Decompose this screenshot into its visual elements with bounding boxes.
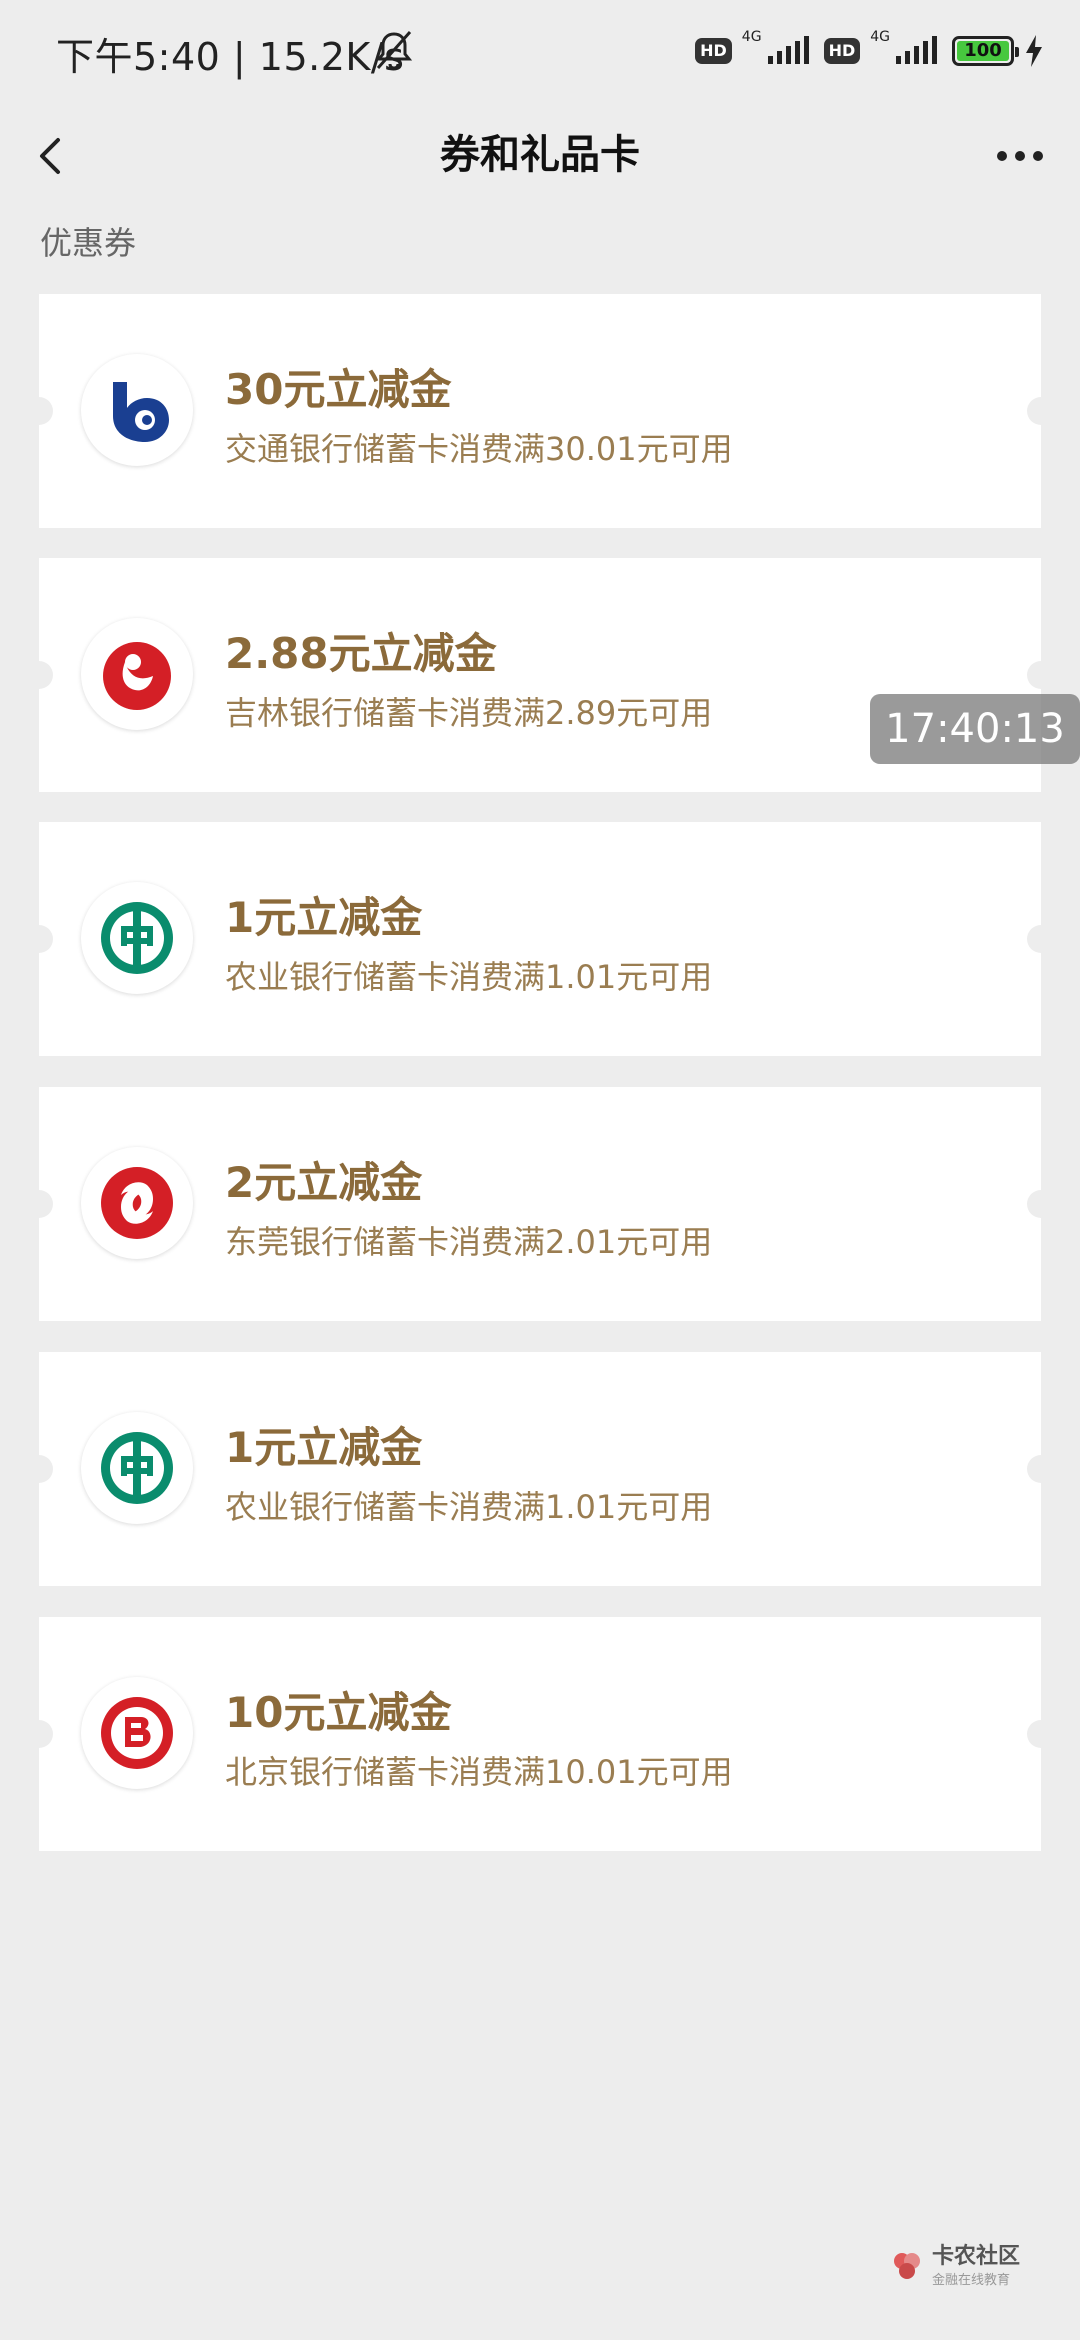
- coupon-card[interactable]: 2元立减金 东莞银行储蓄卡消费满2.01元可用: [25, 1087, 1055, 1321]
- bank-of-jilin-logo-icon: [81, 618, 193, 730]
- coupon-title: 1元立减金: [225, 1423, 423, 1472]
- coupon-description: 农业银行储蓄卡消费满1.01元可用: [225, 958, 713, 996]
- agricultural-bank-logo-icon: [81, 882, 193, 994]
- coupon-title: 10元立减金: [225, 1688, 452, 1737]
- watermark: 卡农社区 金融在线教育: [890, 2243, 1020, 2288]
- hd-badge: HD: [695, 38, 732, 64]
- hd-badge-2: HD: [823, 38, 861, 64]
- status-icons: HD 4G HD 4G 100: [695, 28, 1044, 74]
- nav-bar: 券和礼品卡: [0, 100, 1080, 210]
- battery-icon: 100: [952, 36, 1019, 66]
- signal-icon: [767, 36, 809, 64]
- battery-level: 100: [964, 40, 1002, 61]
- muted-bell-icon: [375, 31, 413, 70]
- charging-icon: [1026, 35, 1042, 67]
- bank-of-beijing-logo-icon: [81, 1677, 193, 1789]
- coupon-title: 1元立减金: [225, 893, 423, 942]
- network-type-1: 4G: [741, 29, 762, 45]
- coupon-card[interactable]: 30元立减金 交通银行储蓄卡消费满30.01元可用: [25, 294, 1055, 528]
- watermark-logo-icon: [893, 2253, 920, 2280]
- status-bar: 下午5:40 | 15.2K/s HD 4G HD 4G 100: [0, 0, 1080, 100]
- coupon-card[interactable]: 1元立减金 农业银行储蓄卡消费满1.01元可用: [25, 822, 1055, 1056]
- signal-icon-2: [896, 36, 937, 64]
- coupon-card[interactable]: 1元立减金 农业银行储蓄卡消费满1.01元可用: [25, 1352, 1055, 1586]
- coupon-description: 吉林银行储蓄卡消费满2.89元可用: [225, 694, 713, 732]
- watermark-subtext: 金融在线教育: [931, 2273, 1010, 2288]
- coupon-card[interactable]: 10元立减金 北京银行储蓄卡消费满10.01元可用: [25, 1617, 1055, 1851]
- watermark-text: 卡农社区: [931, 2243, 1020, 2269]
- coupon-description: 农业银行储蓄卡消费满1.01元可用: [225, 1488, 713, 1526]
- coupon-description: 北京银行储蓄卡消费满10.01元可用: [225, 1753, 733, 1791]
- section-label-coupons: 优惠券: [40, 224, 137, 262]
- coupon-title: 2.88元立减金: [225, 629, 497, 678]
- agricultural-bank-logo-icon: [81, 1412, 193, 1524]
- network-type-2: 4G: [870, 29, 890, 45]
- coupon-description: 交通银行储蓄卡消费满30.01元可用: [225, 430, 733, 468]
- page-title: 券和礼品卡: [440, 132, 640, 178]
- dongguan-bank-logo-icon: [81, 1147, 193, 1259]
- coupon-description: 东莞银行储蓄卡消费满2.01元可用: [225, 1223, 713, 1261]
- bank-of-communications-logo-icon: [81, 354, 193, 466]
- more-options-icon[interactable]: [980, 116, 1060, 196]
- coupon-title: 2元立减金: [225, 1158, 423, 1207]
- timestamp-overlay: 17:40:13: [870, 694, 1080, 764]
- coupon-title: 30元立减金: [225, 365, 452, 414]
- status-time: 下午5:40 | 15.2K/s: [56, 35, 405, 79]
